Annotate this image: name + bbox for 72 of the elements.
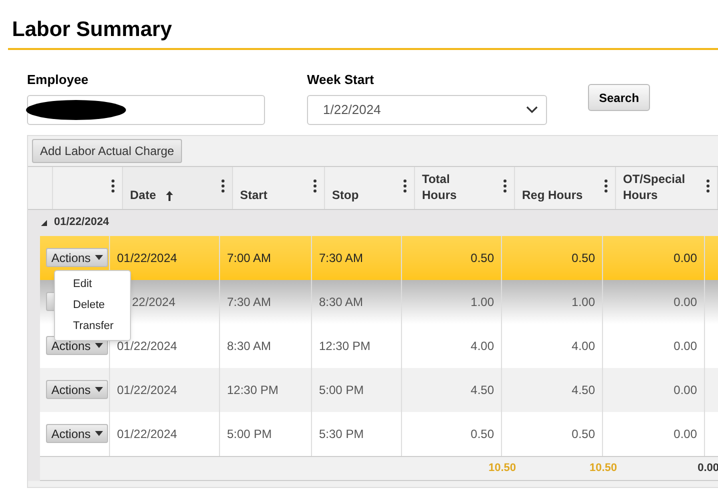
caret-icon xyxy=(94,343,103,348)
actions-button[interactable]: Actions xyxy=(46,248,108,267)
column-header[interactable]: Stop xyxy=(325,166,415,208)
table-cell-text: 22/2024 xyxy=(132,294,176,310)
table-cell-text: 8:30 AM xyxy=(319,294,364,310)
column-menu-icon[interactable] xyxy=(706,178,710,192)
table-cell-text: 7:30 AM xyxy=(227,294,272,310)
table-cell-text: 12:30 PM xyxy=(319,338,370,354)
group-label: 01/22/2024 xyxy=(54,215,110,230)
table-cell-text: 0.00 xyxy=(674,294,697,310)
table-cell-text: 0.00 xyxy=(674,338,697,354)
column-menu-icon[interactable] xyxy=(111,178,115,192)
column-menu-icon[interactable] xyxy=(313,178,317,192)
header-label: Total Hours xyxy=(422,170,458,202)
table-cell-text: 8:30 AM xyxy=(227,338,272,354)
table-cell-text: 4.50 xyxy=(470,382,494,398)
table-cell-text: 01/22/2024 xyxy=(117,338,178,354)
caret-icon xyxy=(94,255,103,260)
column-menu-icon[interactable] xyxy=(221,178,225,192)
table-cell-text: 5:00 PM xyxy=(227,426,272,442)
table-row[interactable]: Actions 01/22/2024 5:00 PM 5:30 PM 0.50 0.50 0.00 xyxy=(40,412,718,456)
employee-field[interactable] xyxy=(27,94,265,124)
add-labor-charge-button[interactable]: Add Labor Actual Charge xyxy=(32,138,182,162)
column-header[interactable]: Start xyxy=(233,166,325,208)
expanded-triangle-icon[interactable] xyxy=(41,220,47,226)
table-cell-text: 0.00 xyxy=(674,426,697,442)
table-cell-text: 0.00 xyxy=(674,382,697,398)
menu-item[interactable]: Delete xyxy=(55,294,130,316)
total-value: 10.50 xyxy=(589,460,617,476)
search-button[interactable]: Search xyxy=(588,84,650,111)
column-header[interactable]: Reg Hours xyxy=(515,166,616,208)
column-menu-icon[interactable] xyxy=(403,178,407,192)
table-cell-text: 0.50 xyxy=(572,426,595,442)
caret-icon xyxy=(94,431,103,436)
header-label: Reg Hours xyxy=(522,186,583,202)
table-cell-text: 5:00 PM xyxy=(319,382,364,398)
page-title: Labor Summary xyxy=(12,17,173,43)
table-cell-text: 7:30 AM xyxy=(319,250,364,266)
column-header[interactable]: Total Hours xyxy=(415,166,515,208)
table-cell-text: 1.00 xyxy=(470,294,494,310)
header-label: OT/Special Hours xyxy=(623,170,686,202)
table-cell-text: 5:30 PM xyxy=(319,426,364,442)
actions-button[interactable]: Actions xyxy=(46,380,108,399)
week-start-select[interactable]: 1/22/2024 xyxy=(307,94,547,124)
total-value: 10.50 xyxy=(488,460,516,476)
actions-button[interactable]: Actions xyxy=(46,424,108,443)
table-cell-text: 0.50 xyxy=(470,426,494,442)
header-label: Start xyxy=(240,186,268,202)
table-cell-text: 0.50 xyxy=(572,250,595,266)
table-cell-text: 12:30 PM xyxy=(227,382,278,398)
table-cell-text: 0.00 xyxy=(674,250,697,266)
table-cell-text: 1.00 xyxy=(572,294,595,310)
table-cell-text: 4.00 xyxy=(572,338,595,354)
column-header[interactable]: Date xyxy=(123,166,233,208)
week-start-label: Week Start xyxy=(307,71,375,89)
table-row[interactable]: Actions 01/22/2024 12:30 PM 5:00 PM 4.50 4.50 0.00 xyxy=(40,368,718,412)
column-header[interactable]: OT/Special Hours xyxy=(616,166,718,208)
column-menu-icon[interactable] xyxy=(503,178,507,192)
header-label: Stop xyxy=(332,186,359,202)
table-cell-text: 0.50 xyxy=(470,250,494,266)
column-menu-icon[interactable] xyxy=(604,178,608,192)
sort-up-arrow-icon xyxy=(166,191,174,201)
table-cell-text: 01/22/2024 xyxy=(117,250,178,266)
table-cell-text: 01/22/2024 xyxy=(117,426,178,442)
chevron-down-icon xyxy=(526,106,538,114)
table-cell-text: 4.50 xyxy=(572,382,595,398)
employee-label: Employee xyxy=(27,71,90,89)
table-cell-text: 7:00 AM xyxy=(227,250,272,266)
table-cell-text: 4.00 xyxy=(470,338,494,354)
caret-icon xyxy=(94,387,103,392)
header-label: Date xyxy=(130,186,156,202)
table-cell-text: 01/22/2024 xyxy=(117,382,178,398)
